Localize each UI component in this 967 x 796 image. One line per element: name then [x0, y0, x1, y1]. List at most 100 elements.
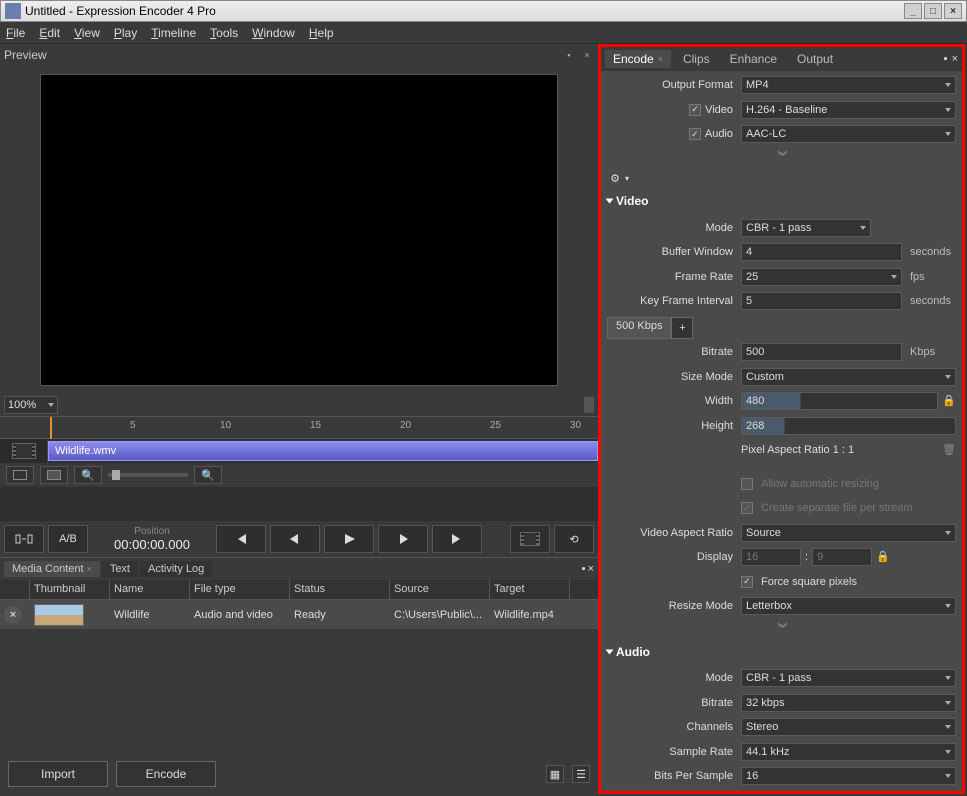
label-video-aspect: Video Aspect Ratio	[607, 527, 737, 539]
menu-edit[interactable]: Edit	[39, 26, 60, 40]
col-filetype[interactable]: File type	[190, 580, 290, 599]
col-status[interactable]: Status	[290, 580, 390, 599]
audio-codec-select[interactable]: AAC-LC	[741, 125, 956, 143]
force-square-checkbox[interactable]	[741, 576, 753, 588]
label-audio: Audio	[705, 128, 733, 140]
preview-viewport[interactable]	[40, 74, 558, 386]
menu-help[interactable]: Help	[309, 26, 334, 40]
audio-checkbox[interactable]	[689, 128, 701, 140]
timeline-tool-trim[interactable]	[6, 466, 34, 484]
col-source[interactable]: Source	[390, 580, 490, 599]
label-display: Display	[607, 551, 737, 563]
view-grid-icon[interactable]: ▦	[546, 765, 564, 783]
trash-icon[interactable]: 🗑	[942, 443, 956, 457]
close-panel-icon[interactable]: ×	[588, 563, 594, 575]
keyframe-input[interactable]: 5	[741, 292, 902, 310]
tab-encode[interactable]: Encode×	[605, 50, 671, 68]
play-button[interactable]	[324, 525, 374, 553]
timeline-ruler[interactable]: 5 10 15 20 25 30	[0, 417, 598, 439]
tab-activity-log[interactable]: Activity Log	[140, 561, 212, 577]
view-list-icon[interactable]: ☰	[572, 765, 590, 783]
menu-file[interactable]: File	[6, 26, 25, 40]
tab-output[interactable]: Output	[789, 50, 841, 68]
audio-mode-select[interactable]: CBR - 1 pass	[741, 669, 956, 687]
close-panel-icon[interactable]: ×	[952, 53, 958, 65]
tab-clips[interactable]: Clips	[675, 50, 718, 68]
close-icon[interactable]: ×	[658, 54, 663, 64]
sample-rate-select[interactable]: 44.1 kHz	[741, 743, 956, 761]
ab-button[interactable]: A/B	[48, 525, 88, 553]
tab-text[interactable]: Text	[102, 561, 138, 577]
col-target[interactable]: Target	[490, 580, 570, 599]
expand-icon[interactable]: ︾	[778, 620, 786, 635]
maximize-button[interactable]: □	[924, 3, 942, 19]
remove-item-icon[interactable]: ×	[4, 606, 22, 624]
loop-button[interactable]: ⟲	[554, 525, 594, 553]
audio-bitrate-select[interactable]: 32 kbps	[741, 694, 956, 712]
minimize-button[interactable]: _	[904, 3, 922, 19]
add-stream-button[interactable]: +	[671, 317, 693, 339]
encode-button[interactable]: Encode	[116, 761, 216, 787]
video-mode-select[interactable]: CBR - 1 pass	[741, 219, 871, 237]
menu-play[interactable]: Play	[114, 26, 137, 40]
audio-section-header[interactable]: Audio	[601, 640, 962, 664]
label-sample-rate: Sample Rate	[607, 746, 737, 758]
split-button[interactable]	[4, 525, 44, 553]
add-clip-button[interactable]	[510, 525, 550, 553]
channels-select[interactable]: Stereo	[741, 718, 956, 736]
scrollbar-vertical[interactable]	[584, 397, 594, 413]
close-icon[interactable]: ×	[87, 564, 92, 574]
pin-icon[interactable]: ▪	[944, 53, 948, 65]
tab-media-content[interactable]: Media Content×	[4, 561, 100, 577]
expand-icon[interactable]: ︾	[778, 148, 786, 163]
close-panel-icon[interactable]: ×	[580, 49, 594, 61]
gear-icon[interactable]: ⚙	[607, 171, 623, 187]
menu-window[interactable]: Window	[252, 26, 295, 40]
framerate-select[interactable]: 25	[741, 268, 902, 286]
menu-view[interactable]: View	[74, 26, 100, 40]
caret-icon	[945, 774, 951, 778]
label-audio-bitrate: Bitrate	[607, 697, 737, 709]
stream-tab[interactable]: 500 Kbps	[607, 317, 671, 339]
pin-icon[interactable]: ▪	[582, 563, 586, 575]
lock-icon[interactable]: 🔒	[876, 550, 890, 564]
caret-icon	[945, 725, 951, 729]
close-button[interactable]: ×	[944, 3, 962, 19]
col-thumbnail[interactable]: Thumbnail	[30, 580, 110, 599]
tab-enhance[interactable]: Enhance	[722, 50, 785, 68]
video-aspect-select[interactable]: Source	[741, 524, 956, 542]
col-name[interactable]: Name	[110, 580, 190, 599]
output-format-select[interactable]: MP4	[741, 76, 956, 94]
playhead[interactable]	[50, 417, 52, 439]
menu-tools[interactable]: Tools	[210, 26, 238, 40]
next-button[interactable]	[432, 525, 482, 553]
resize-mode-select[interactable]: Letterbox	[741, 597, 956, 615]
timeline-clip[interactable]: Wildlife.wmv	[48, 441, 598, 461]
zoom-select[interactable]: 100%	[4, 396, 58, 414]
lock-icon[interactable]: 🔒	[942, 394, 956, 408]
buffer-input[interactable]: 4	[741, 243, 902, 261]
import-button[interactable]: Import	[8, 761, 108, 787]
video-checkbox[interactable]	[689, 104, 701, 116]
bitrate-input[interactable]: 500	[741, 343, 902, 361]
video-codec-select[interactable]: H.264 - Baseline	[741, 101, 956, 119]
timeline-tool-cut[interactable]	[40, 466, 68, 484]
caret-icon[interactable]: ▾	[625, 174, 629, 183]
width-input[interactable]: 480	[741, 392, 938, 410]
height-input[interactable]: 268	[741, 417, 956, 435]
bits-select[interactable]: 16	[741, 767, 956, 785]
zoom-in-icon[interactable]: 🔍	[194, 466, 222, 484]
prev-button[interactable]	[216, 525, 266, 553]
ruler-tick: 30	[570, 420, 581, 431]
step-fwd-button[interactable]	[378, 525, 428, 553]
pin-icon[interactable]: ▪	[562, 49, 576, 61]
sizemode-select[interactable]: Custom	[741, 368, 956, 386]
zoom-out-icon[interactable]: 🔍	[74, 466, 102, 484]
menu-timeline[interactable]: Timeline	[151, 26, 196, 40]
step-back-button[interactable]	[270, 525, 320, 553]
triangle-icon	[606, 199, 614, 204]
label-buffer: Buffer Window	[607, 246, 737, 258]
media-row[interactable]: × Wildlife Audio and video Ready C:\User…	[0, 600, 598, 630]
video-section-header[interactable]: Video	[601, 189, 962, 213]
zoom-slider[interactable]	[108, 473, 188, 477]
